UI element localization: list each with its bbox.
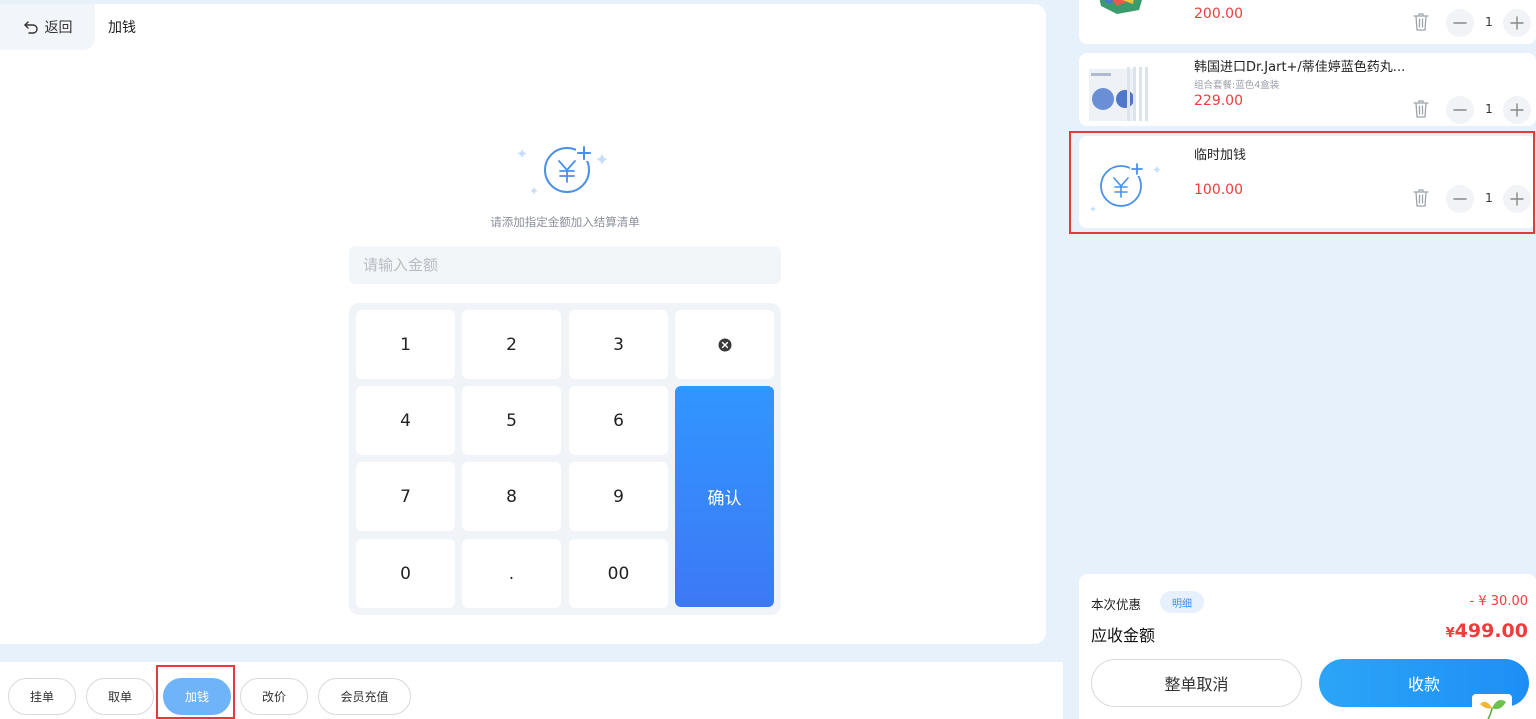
cart-item: 韩国进口Dr.Jart+/蒂佳婷蓝色药丸... 组合套餐:蓝色4盒装 229.0… [1079,53,1536,126]
product-name: 韩国进口Dr.Jart+/蒂佳婷蓝色药丸... [1194,60,1406,75]
discount-value: - ¥ 30.00 [1469,594,1528,609]
item-quantity: 1 [1485,15,1493,29]
decrease-qty-button[interactable] [1446,96,1474,124]
minus-icon [1453,22,1467,24]
minus-icon [1453,198,1467,200]
cancel-order-button[interactable]: 整单取消 [1091,659,1302,707]
key-2[interactable]: 2 [462,310,561,379]
discount-label: 本次优惠 [1091,597,1142,612]
cart-panel: 200.00 1 韩国进口Dr.Jart+/蒂佳婷蓝色药丸... 组合套餐:蓝色… [1063,0,1536,719]
amount-due-number: 499.00 [1454,620,1528,642]
product-image [1087,0,1151,22]
item-quantity: 1 [1485,191,1493,205]
key-00[interactable]: 00 [569,539,668,608]
delete-icon [718,338,731,351]
leaf-logo-icon [1480,700,1506,719]
order-summary: 本次优惠 明细 - ¥ 30.00 应收金额 ¥499.00 整单取消 收款 [1079,574,1536,719]
cart-item: 临时加钱 100.00 1 [1079,136,1536,228]
currency-symbol: ¥ [1445,626,1455,641]
increase-qty-button[interactable] [1503,185,1531,213]
back-button[interactable]: 返回 [0,4,95,50]
trash-icon[interactable] [1411,187,1431,209]
product-image [1089,67,1148,121]
numeric-keypad: 1 2 3 4 5 6 7 8 9 0 . 00 确认 [349,303,781,615]
increase-qty-button[interactable] [1503,9,1531,37]
plus-icon [1510,16,1524,30]
change-price-button[interactable]: 改价 [240,678,308,715]
back-arrow-icon [23,21,38,34]
increase-qty-button[interactable] [1503,96,1531,124]
product-price: 100.00 [1194,182,1243,198]
bottom-toolbar: 挂单 取单 加钱 改价 会员充值 [0,662,1063,719]
product-name: 临时加钱 [1194,148,1247,163]
plus-icon [1510,103,1524,117]
plus-icon [1510,192,1524,206]
confirm-button[interactable]: 确认 [675,386,774,607]
product-spec: 组合套餐:蓝色4盒装 [1194,80,1280,91]
key-9[interactable]: 9 [569,462,668,531]
key-5[interactable]: 5 [462,386,561,455]
key-8[interactable]: 8 [462,462,561,531]
yuan-plus-icon [517,145,608,195]
key-7[interactable]: 7 [356,462,455,531]
yuan-plus-icon [1090,162,1161,212]
cart-item: 200.00 1 [1079,0,1536,44]
amount-due-label: 应收金额 [1091,626,1156,645]
discount-detail-button[interactable]: 明细 [1160,591,1204,613]
app-logo [1472,694,1512,719]
key-4[interactable]: 4 [356,386,455,455]
amount-input[interactable] [349,246,781,284]
page-title: 加钱 [108,20,136,36]
add-money-button[interactable]: 加钱 [163,678,231,715]
trash-icon[interactable] [1411,11,1431,33]
product-price: 229.00 [1194,93,1243,109]
minus-icon [1453,109,1467,111]
decrease-qty-button[interactable] [1446,185,1474,213]
back-label: 返回 [44,20,73,36]
hang-order-button[interactable]: 挂单 [8,678,76,715]
add-money-hint: 请添加指定金额加入结算清单 [490,215,640,229]
product-price: 200.00 [1194,6,1243,22]
item-quantity: 1 [1485,102,1493,116]
trash-icon[interactable] [1411,98,1431,120]
key-1[interactable]: 1 [356,310,455,379]
key-0[interactable]: 0 [356,539,455,608]
key-6[interactable]: 6 [569,386,668,455]
member-recharge-button[interactable]: 会员充值 [318,678,411,715]
retrieve-order-button[interactable]: 取单 [86,678,154,715]
decrease-qty-button[interactable] [1446,9,1474,37]
key-3[interactable]: 3 [569,310,668,379]
key-decimal[interactable]: . [462,539,561,608]
backspace-button[interactable] [675,310,774,379]
add-money-panel: 返回 加钱 请添加指定金额加入结算清单 1 2 3 4 5 6 7 8 9 0 … [0,4,1046,644]
amount-due-value: ¥499.00 [1446,620,1528,642]
